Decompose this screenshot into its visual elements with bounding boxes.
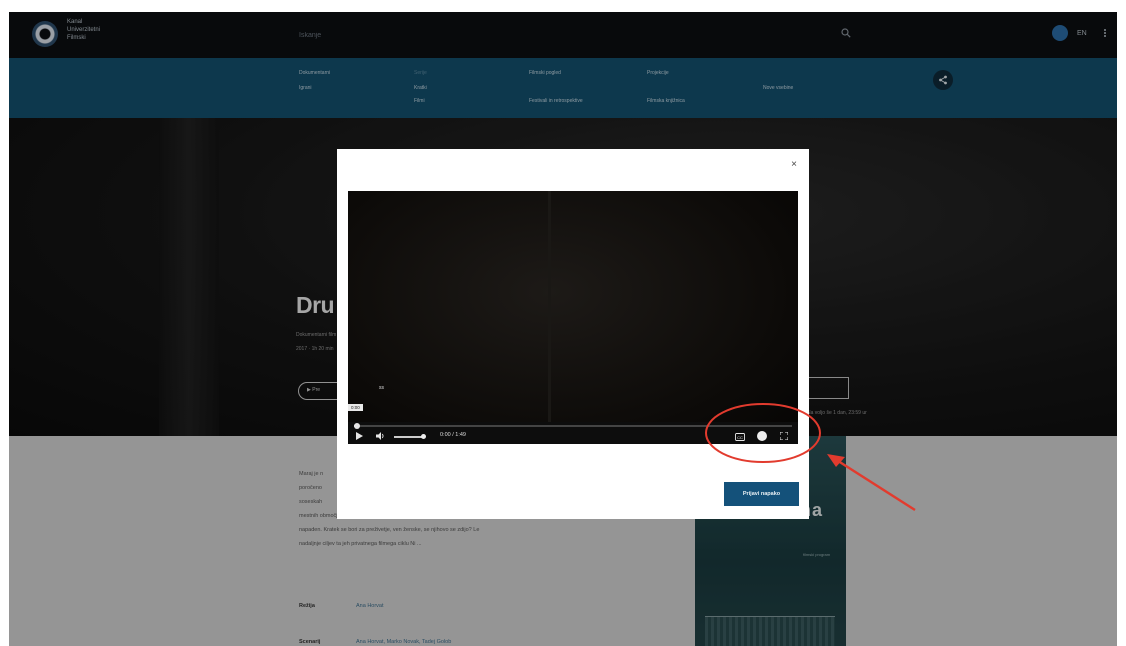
player-controls: 0:00 / 1:49 CC bbox=[348, 422, 798, 444]
fullscreen-icon[interactable] bbox=[780, 432, 788, 440]
settings-icon[interactable] bbox=[757, 431, 767, 441]
volume-slider[interactable] bbox=[394, 436, 422, 438]
page: Kanal Univerzitetni Filmski EN Dokumenta… bbox=[9, 12, 1117, 646]
seek-handle[interactable] bbox=[354, 423, 360, 429]
video-modal: × ss 0:00 0:00 / 1:49 CC Prijavi napako bbox=[337, 149, 809, 519]
video-frame-detail bbox=[548, 191, 551, 423]
volume-icon[interactable] bbox=[376, 432, 385, 440]
video-subtitle: ss bbox=[379, 385, 384, 391]
seek-time-tooltip: 0:00 bbox=[348, 404, 363, 411]
closed-captions-icon[interactable]: CC bbox=[735, 433, 745, 441]
play-icon[interactable] bbox=[356, 432, 363, 440]
seek-bar[interactable] bbox=[354, 425, 792, 427]
close-button[interactable]: × bbox=[788, 159, 800, 171]
cc-label: CC bbox=[737, 435, 743, 440]
report-issue-button[interactable]: Prijavi napako bbox=[724, 482, 799, 506]
volume-handle[interactable] bbox=[421, 434, 426, 439]
time-display: 0:00 / 1:49 bbox=[440, 432, 466, 438]
video-player[interactable]: ss 0:00 0:00 / 1:49 CC bbox=[348, 191, 798, 444]
